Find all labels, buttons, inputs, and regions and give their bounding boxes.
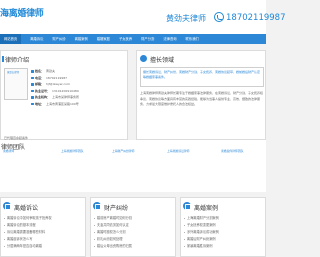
list-item[interactable]: 离婚诉讼中如何争取孩子抚养权 — [4, 215, 84, 222]
expertise-description: 上海离婚律师黄劲夫律师长期专注于婚姻家事法律服务，在离婚诉讼、财产分割、子女抚养… — [140, 91, 264, 106]
user-icon — [31, 70, 34, 73]
column-title: 离婚案例 — [194, 205, 219, 212]
team-member-card[interactable]: 离婚案件律师团队 — [221, 149, 261, 181]
nav-item-home[interactable]: 网站首页 — [0, 34, 22, 44]
list-item[interactable]: 上海离婚财产分割案例 — [184, 215, 264, 222]
intro-title: 律师介绍 — [5, 57, 30, 64]
info-value: 黄劲夫 — [46, 69, 56, 74]
column-title: 离婚诉讼 — [14, 205, 39, 212]
expertise-title: 擅长领域 — [150, 57, 175, 64]
info-label: 执业机构： — [35, 95, 51, 100]
phone-icon — [31, 76, 34, 79]
nav-item-divorce-litigation[interactable]: 离婚诉讼 — [30, 34, 43, 44]
lawyer-info: 姓名： 黄劲夫 电话： 18702119987 邮箱： hjf@lawyer.com … — [31, 68, 79, 107]
list-item[interactable]: 婚后父母出资购房的归属 — [94, 243, 174, 250]
expertise-summary: 擅长离婚诉讼、财产纠纷、离婚财产分割、子女抚养、离婚协议起草、婚前婚后财产认定等… — [140, 67, 264, 87]
team-member-name: 上海离婚律师团队 — [61, 149, 84, 153]
info-label: 邮箱： — [35, 82, 45, 87]
nav-item-divorce-cases[interactable]: 离婚案例 — [75, 34, 88, 44]
header: 海离婚律师 黄劲夫律师 18702119987 — [0, 0, 286, 34]
phone-number: 18702119987 — [226, 13, 286, 23]
info-value: 13101200910489 — [52, 88, 79, 93]
list-item[interactable]: 离婚起诉状怎么写 — [4, 236, 84, 243]
lawyer-intro-panel: 律师介绍 黄劲夫律师 姓名： 黄劲夫 电话： 18702119987 邮箱： hjf@… — [0, 50, 128, 140]
title-accent — [2, 56, 4, 62]
nav-item-property-dispute[interactable]: 财产纠纷 — [52, 34, 65, 44]
info-label: 电话： — [35, 75, 45, 80]
article-list: 上海离婚财产分割案例 子女抚养权变更案例 涉外离婚诉讼成功案例 离婚后财产纠纷案… — [184, 215, 264, 250]
lawyer-photo[interactable]: 黄劲夫律师 — [4, 68, 28, 100]
team-member-name: 上海离婚诉讼律师 — [167, 149, 190, 153]
document-icon — [93, 202, 101, 210]
document-icon — [3, 202, 11, 210]
list-item[interactable]: 家暴离婚胜诉案例 — [184, 243, 264, 250]
expertise-panel: 擅长领域 擅长离婚诉讼、财产纠纷、离婚财产分割、子女抚养、离婚协议起草、婚前婚后… — [136, 50, 266, 140]
info-value: hjf@lawyer.com — [46, 82, 70, 87]
nav-item-child-support[interactable]: 子女抚养 — [119, 34, 132, 44]
team-member-card[interactable]: 离婚律师 — [3, 149, 43, 181]
info-value: 上海市黄浦区某路100号 — [46, 101, 79, 106]
list-item[interactable]: 彩礼纠纷如何处理 — [94, 236, 174, 243]
expertise-icon — [140, 55, 147, 62]
list-item[interactable]: 婚前房产离婚时如何分割 — [94, 215, 174, 222]
info-value: 18702119987 — [46, 75, 68, 80]
nav-item-property-division[interactable]: 财产分割 — [141, 34, 154, 44]
location-icon — [31, 102, 34, 105]
team-member-card[interactable]: 上海离婚律师团队 — [61, 149, 101, 181]
main-nav: 网站首页 离婚诉讼 财产纠纷 离婚案例 婚姻家庭 子女抚养 财产分割 法律咨询 … — [0, 34, 266, 44]
team-member-name: 上海财产纠纷律师 — [112, 149, 135, 153]
column-title: 财产纠纷 — [104, 205, 129, 212]
list-item[interactable]: 夫妻共同债务如何认定 — [94, 222, 174, 229]
team-member-card[interactable]: 上海离婚诉讼律师 — [167, 149, 207, 181]
list-item[interactable]: 离婚诉讼的基本流程 — [4, 222, 84, 229]
list-item[interactable]: 涉外离婚诉讼成功案例 — [184, 229, 264, 236]
team-panel: 律师团队 离婚律师 上海离婚律师团队 上海财产纠纷律师 上海离婚诉讼律师 离婚案… — [0, 140, 266, 192]
building-icon — [31, 96, 34, 99]
info-label: 执业证号： — [35, 88, 51, 93]
list-item[interactable]: 诉讼离婚需要准备哪些材料 — [4, 229, 84, 236]
column-divorce-cases: 离婚案例 上海离婚财产分割案例 子女抚养权变更案例 涉外离婚诉讼成功案例 离婚后… — [180, 197, 266, 257]
document-icon — [183, 202, 191, 210]
column-divorce-litigation: 离婚诉讼 离婚诉讼中如何争取孩子抚养权 离婚诉讼的基本流程 诉讼离婚需要准备哪些… — [0, 197, 86, 257]
list-item[interactable]: 子女抚养权变更案例 — [184, 222, 264, 229]
article-list: 离婚诉讼中如何争取孩子抚养权 离婚诉讼的基本流程 诉讼离婚需要准备哪些材料 离婚… — [4, 215, 84, 250]
list-item[interactable]: 分居满两年是否自动离婚 — [4, 243, 84, 250]
column-property-dispute: 财产纠纷 婚前房产离婚时如何分割 夫妻共同债务如何认定 离婚时股权怎么分割 彩礼… — [90, 197, 176, 257]
info-value: 上海市某律师事务所 — [52, 95, 80, 100]
list-item[interactable]: 离婚后财产纠纷案例 — [184, 236, 264, 243]
id-card-icon — [31, 89, 34, 92]
site-logo[interactable]: 海离婚律师 — [0, 6, 44, 19]
photo-caption: 黄劲夫律师 — [7, 71, 19, 74]
nav-item-marriage-family[interactable]: 婚姻家庭 — [97, 34, 110, 44]
team-member-name: 离婚律师 — [3, 149, 15, 153]
mail-icon — [31, 83, 34, 86]
nav-item-contact[interactable]: 联系我们 — [186, 34, 199, 44]
team-member-card[interactable]: 上海财产纠纷律师 — [112, 149, 152, 181]
list-item[interactable]: 离婚时股权怎么分割 — [94, 229, 174, 236]
info-label: 姓名： — [35, 69, 45, 74]
info-row: 地址： 上海市黄浦区某路100号 — [31, 101, 79, 108]
team-member-name: 离婚案件律师团队 — [221, 149, 244, 153]
phone-icon — [214, 12, 224, 22]
hotline-label: 黄劲夫律师 — [166, 14, 206, 23]
article-list: 婚前房产离婚时如何分割 夫妻共同债务如何认定 离婚时股权怎么分割 彩礼纠纷如何处… — [94, 215, 174, 250]
info-label: 地址： — [35, 101, 45, 106]
nav-item-legal-consult[interactable]: 法律咨询 — [163, 34, 176, 44]
